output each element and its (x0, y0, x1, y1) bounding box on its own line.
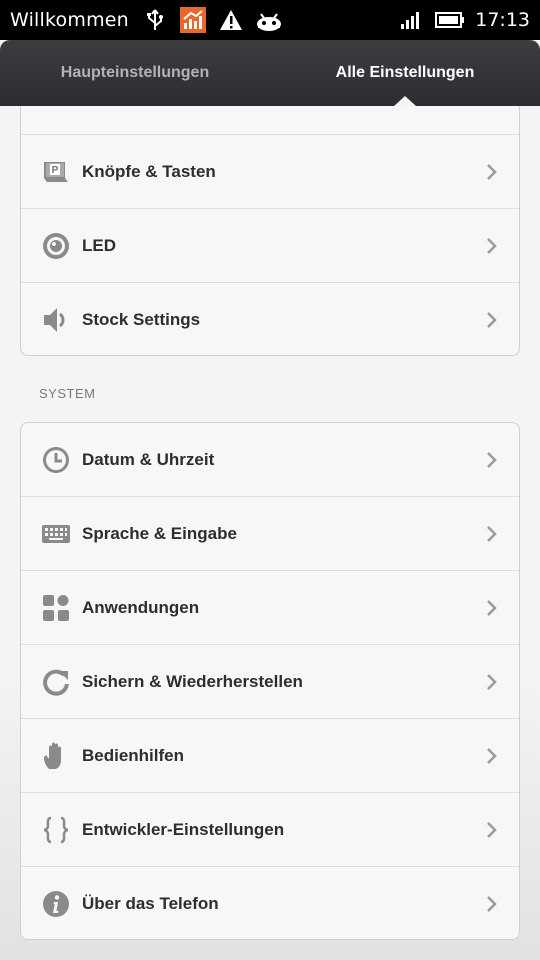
list-item-led[interactable]: LED (21, 209, 519, 283)
chevron-right-icon (485, 746, 499, 766)
chevron-right-icon (485, 598, 499, 618)
list-item-applications[interactable]: Anwendungen (21, 571, 519, 645)
android-icon (255, 6, 283, 34)
chevron-right-icon (485, 450, 499, 470)
battery-icon (435, 6, 465, 34)
chevron-right-icon (485, 162, 499, 182)
list-item-label: Stock Settings (82, 310, 201, 329)
settings-group: P Knöpfe & Tasten LED Stock Settings (20, 106, 520, 356)
list-item-partial[interactable] (21, 106, 519, 135)
buttons-icon: P (41, 157, 71, 187)
hand-icon (41, 741, 71, 771)
chevron-right-icon (485, 894, 499, 914)
list-item-developer-settings[interactable]: Entwickler-Einstellungen (21, 793, 519, 867)
list-item-accessibility[interactable]: Bedienhilfen (21, 719, 519, 793)
svg-text:P: P (52, 165, 59, 176)
keyboard-icon (41, 519, 71, 549)
list-item-language-input[interactable]: Sprache & Eingabe (21, 497, 519, 571)
signal-icon (397, 6, 425, 34)
list-item-label: Datum & Uhrzeit (82, 449, 215, 469)
backup-icon (41, 667, 71, 697)
status-bar: Willkommen 17:13 (0, 0, 540, 40)
tab-main-settings-label: Haupteinstellungen (60, 64, 210, 81)
partial-icon (41, 106, 71, 135)
tab-bar: Haupteinstellungen Alle Einstellungen (0, 40, 540, 106)
list-item-label: Anwendungen (82, 597, 200, 617)
list-item-stock-settings[interactable]: Stock Settings (21, 283, 519, 355)
notification-title: Willkommen (10, 9, 129, 31)
list-item-about-phone[interactable]: Über das Telefon (21, 867, 519, 939)
led-icon (41, 231, 71, 261)
settings-group-system: Datum & Uhrzeit Sprache & Eingabe Anwend… (20, 422, 520, 940)
chevron-right-icon (485, 820, 499, 840)
list-item-label: Sichern & Wiederherstellen (82, 671, 303, 691)
warning-icon (217, 6, 245, 34)
chevron-right-icon (485, 524, 499, 544)
tab-main-settings[interactable]: Haupteinstellungen (0, 40, 270, 106)
tab-all-settings-label: Alle Einstellungen (335, 64, 475, 81)
list-item-buttons-keys[interactable]: P Knöpfe & Tasten (21, 135, 519, 209)
section-header-system: SYSTEM (39, 386, 96, 401)
active-tab-indicator (394, 96, 416, 106)
info-icon (41, 889, 71, 919)
list-item-label: Über das Telefon (82, 894, 219, 913)
braces-icon (41, 815, 71, 845)
chevron-right-icon (485, 310, 499, 330)
list-item-label: LED (82, 235, 116, 255)
list-item-label: Sprache & Eingabe (82, 523, 237, 543)
settings-list[interactable]: P Knöpfe & Tasten LED Stock Settings SYS… (0, 106, 540, 960)
chevron-right-icon (485, 236, 499, 256)
list-item-label: Bedienhilfen (82, 745, 185, 765)
chart-notification-icon (179, 6, 207, 34)
list-item-label: Entwickler-Einstellungen (82, 819, 285, 839)
usb-icon (141, 6, 169, 34)
clock: 17:13 (475, 9, 530, 31)
clock-icon (41, 445, 71, 475)
notification-icons (141, 6, 283, 34)
chevron-right-icon (485, 672, 499, 692)
list-item-backup-restore[interactable]: Sichern & Wiederherstellen (21, 645, 519, 719)
tab-all-settings[interactable]: Alle Einstellungen (270, 40, 540, 106)
speaker-icon (41, 305, 71, 335)
apps-icon (41, 593, 71, 623)
list-item-date-time[interactable]: Datum & Uhrzeit (21, 423, 519, 497)
list-item-label: Knöpfe & Tasten (82, 161, 216, 181)
